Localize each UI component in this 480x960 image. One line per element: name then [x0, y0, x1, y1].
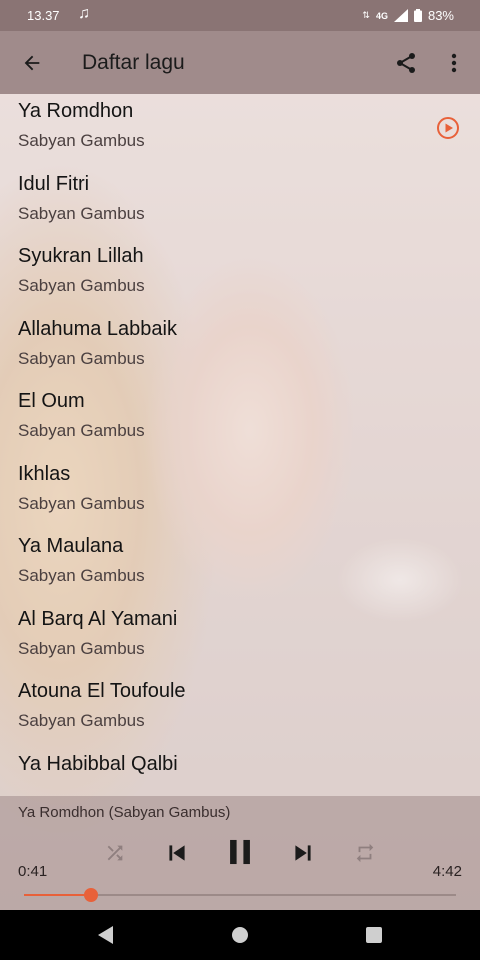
recents-square-icon[interactable]	[361, 922, 387, 948]
repeat-icon[interactable]	[352, 840, 378, 866]
mini-player: Ya Romdhon (Sabyan Gambus) 0:41 4:42	[0, 796, 480, 910]
song-artist: Sabyan Gambus	[18, 711, 145, 730]
signal-icon	[393, 9, 408, 22]
total-time: 4:42	[432, 863, 462, 880]
song-artist: Sabyan Gambus	[18, 131, 145, 150]
song-row[interactable]: El Oum Sabyan Gambus	[0, 384, 480, 457]
song-row[interactable]: Syukran Lillah Sabyan Gambus	[0, 239, 480, 312]
song-row[interactable]: Ya Maulana Sabyan Gambus	[0, 529, 480, 602]
song-row[interactable]: Ikhlas Sabyan Gambus	[0, 457, 480, 530]
song-title: Ya Maulana	[18, 535, 124, 557]
song-list: Ya Romdhon Sabyan Gambus Idul Fitri Saby…	[0, 94, 480, 819]
song-title: Atouna El Toufoule	[18, 680, 186, 702]
music-note-icon: ♫	[78, 5, 90, 22]
song-artist: Sabyan Gambus	[18, 493, 145, 513]
song-artist: Sabyan Gambus	[18, 276, 145, 295]
song-artist: Sabyan Gambus	[18, 348, 145, 368]
system-nav-bar	[0, 910, 480, 960]
pause-icon[interactable]	[220, 832, 260, 872]
song-title: Idul Fitri	[18, 172, 90, 195]
now-playing-title: Ya Romdhon (Sabyan Gambus)	[18, 804, 231, 821]
song-artist: Sabyan Gambus	[18, 566, 145, 585]
song-title: Al Barq Al Yamani	[18, 607, 178, 630]
home-circle-icon[interactable]	[227, 922, 253, 948]
seek-progress	[24, 894, 91, 896]
elapsed-time: 0:41	[18, 863, 48, 880]
more-vert-icon[interactable]	[438, 47, 470, 79]
status-icons: ⇅ 4G 83%	[362, 8, 454, 23]
page-title: Daftar lagu	[82, 51, 185, 74]
app-bar: Daftar lagu	[0, 31, 480, 94]
battery-percent: 83%	[427, 8, 454, 23]
song-title: El Oum	[18, 390, 85, 412]
song-title: Allahuma Labbaik	[18, 317, 177, 340]
song-row[interactable]: Allahuma Labbaik Sabyan Gambus	[0, 312, 480, 385]
song-row[interactable]: Atouna El Toufoule Sabyan Gambus	[0, 674, 480, 747]
song-row[interactable]: Ya Romdhon Sabyan Gambus	[0, 94, 480, 167]
back-triangle-icon[interactable]	[93, 922, 119, 948]
song-row[interactable]: Idul Fitri Sabyan Gambus	[0, 167, 480, 240]
song-artist: Sabyan Gambus	[18, 203, 145, 223]
song-title: Ikhlas	[18, 462, 71, 485]
skip-next-icon[interactable]	[288, 838, 318, 868]
share-icon[interactable]	[390, 47, 422, 79]
song-title: Syukran Lillah	[18, 245, 144, 267]
back-arrow-icon[interactable]	[16, 47, 48, 79]
battery-icon	[413, 9, 422, 22]
skip-previous-icon[interactable]	[162, 838, 192, 868]
data-arrows-icon: ⇅	[362, 10, 370, 20]
status-bar: 13.37 ♫ ⇅ 4G 83%	[0, 0, 480, 31]
song-title: Ya Habibbal Qalbi	[18, 752, 178, 775]
shuffle-icon[interactable]	[102, 840, 128, 866]
play-circle-icon[interactable]	[436, 116, 460, 140]
song-artist: Sabyan Gambus	[18, 638, 145, 658]
status-time: 13.37	[27, 8, 60, 23]
network-type: 4G	[375, 10, 388, 21]
seek-thumb[interactable]	[83, 888, 98, 902]
song-artist: Sabyan Gambus	[18, 421, 145, 440]
seek-bar[interactable]	[24, 888, 456, 902]
song-title: Ya Romdhon	[18, 100, 134, 122]
song-row[interactable]: Al Barq Al Yamani Sabyan Gambus	[0, 602, 480, 675]
